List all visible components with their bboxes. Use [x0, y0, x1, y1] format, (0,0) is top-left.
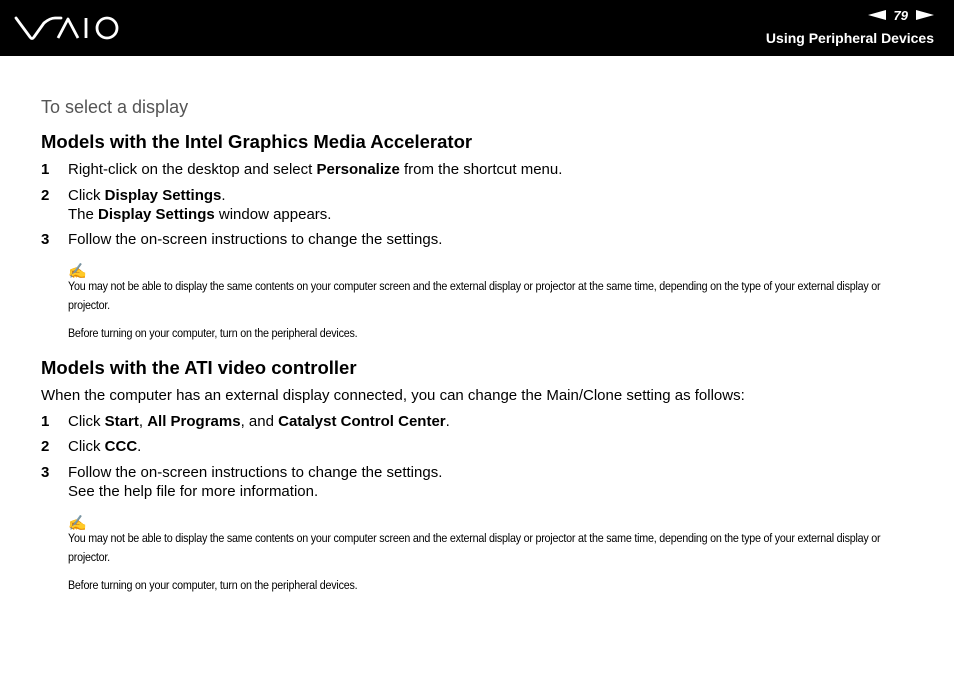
arrow-right-icon[interactable]: [916, 10, 934, 20]
intel-heading: Models with the Intel Graphics Media Acc…: [41, 131, 473, 152]
step-number: 3: [41, 231, 50, 248]
vaio-logo-icon: [14, 16, 119, 40]
step-bold: Display Settings: [98, 206, 215, 223]
step-bold: Catalyst Control Center: [278, 413, 446, 430]
intel-note-2: Before turning on your computer, turn on…: [68, 326, 358, 340]
page-navigation: 79: [867, 7, 934, 23]
ati-intro: When the computer has an external displa…: [41, 387, 745, 404]
step-text: See the help file for more information.: [68, 483, 319, 500]
step-bold: Start: [104, 413, 139, 430]
step-bold: All Programs: [147, 413, 241, 430]
step-text: , and: [240, 413, 279, 430]
step-number: 1: [41, 161, 50, 178]
intel-note-1: You may not be able to display the same …: [68, 279, 881, 312]
ati-note-2: Before turning on your computer, turn on…: [68, 578, 358, 592]
step-text: Right-click on the desktop and select: [68, 161, 317, 178]
intel-step-1: 1 Right-click on the desktop and select …: [41, 160, 562, 179]
page-subtitle: To select a display: [41, 97, 189, 117]
step-text: The: [68, 206, 99, 223]
step-text: Click: [68, 438, 105, 455]
step-bold: CCC: [104, 438, 138, 455]
page-header: 79 Using Peripheral Devices: [0, 0, 954, 56]
step-text: from the shortcut menu.: [399, 161, 563, 178]
step-text: Click: [68, 413, 105, 430]
section-title: Using Peripheral Devices: [765, 30, 934, 46]
ati-heading: Models with the ATI video controller: [41, 357, 357, 378]
intel-step-2: 2 Click Display Settings. The Display Se…: [41, 186, 331, 224]
page-number: 79: [893, 7, 908, 23]
step-text: window appears.: [214, 206, 332, 223]
step-text: Click: [68, 187, 105, 204]
intel-step-3: 3 Follow the on-screen instructions to c…: [41, 230, 442, 249]
step-bold: Display Settings: [104, 187, 222, 204]
step-text: .: [137, 438, 142, 455]
step-text: Follow the on-screen instructions to cha…: [68, 464, 443, 481]
step-text: ,: [138, 413, 148, 430]
ati-step-1: 1 Click Start, All Programs, and Catalys…: [41, 412, 450, 431]
ati-note-1: You may not be able to display the same …: [68, 531, 881, 564]
ati-step-3: 3 Follow the on-screen instructions to c…: [41, 463, 442, 501]
step-number: 1: [41, 413, 50, 430]
step-number: 2: [41, 187, 50, 204]
step-bold: Personalize: [316, 161, 400, 178]
step-text: .: [221, 187, 226, 204]
ati-step-2: 2 Click CCC.: [41, 437, 141, 456]
step-number: 3: [41, 464, 50, 481]
step-number: 2: [41, 438, 50, 455]
arrow-left-icon[interactable]: [867, 10, 886, 20]
step-text: .: [445, 413, 450, 430]
step-text: Follow the on-screen instructions to cha…: [68, 231, 443, 248]
